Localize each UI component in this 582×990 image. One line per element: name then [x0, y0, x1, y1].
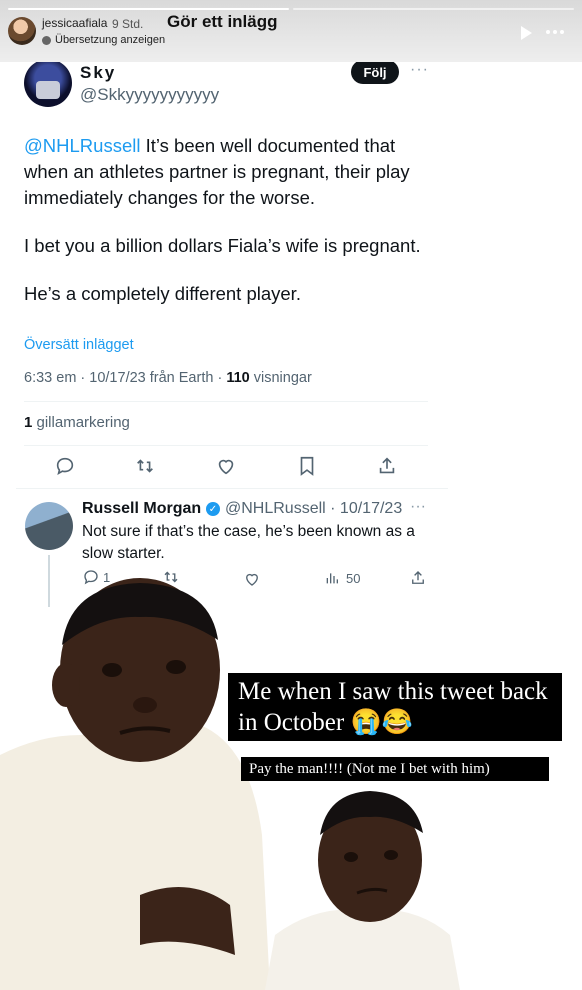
translate-post-link[interactable]: Översätt inlägget	[24, 337, 134, 353]
reply-author-avatar[interactable]	[25, 502, 73, 550]
tweet-timestamp: 6:33 em · 10/17/23 från Earth ·	[24, 370, 227, 386]
reply-author-name[interactable]: Russell Morgan	[82, 500, 201, 518]
tweet-more-icon[interactable]: ···	[410, 61, 429, 79]
tweet-likes[interactable]: 1 gillamarkering	[24, 414, 130, 431]
retweet-icon[interactable]	[134, 455, 156, 477]
meme-sticker-area	[0, 578, 582, 990]
views-icon	[326, 573, 338, 584]
tweet-text-paragraph-3: He’s a completely different player.	[24, 283, 301, 304]
meme-kid-large-image	[0, 578, 270, 990]
follow-button[interactable]: Följ	[351, 60, 399, 84]
tweet-author-handle[interactable]: @Skkyyyyyyyyyyy	[80, 85, 219, 105]
story-progress-segment-2	[293, 8, 574, 10]
story-header: jessicaafiala 9 Std. Übersetzung anzeige…	[0, 0, 582, 62]
divider	[24, 401, 428, 402]
reply-views-count: 50	[346, 570, 361, 586]
reply-text: Not sure if that’s the case, he’s been k…	[82, 523, 415, 562]
share-icon[interactable]	[376, 455, 398, 477]
story-timestamp: 9 Std.	[112, 17, 144, 31]
reply-icon[interactable]	[54, 455, 76, 477]
play-icon[interactable]	[521, 26, 532, 40]
story-translate-label: Übersetzung anzeigen	[55, 34, 166, 46]
tweet-mention-link[interactable]: @NHLRussell	[24, 135, 140, 156]
story-username[interactable]: jessicaafiala	[42, 16, 107, 30]
divider	[24, 445, 428, 446]
meme-caption-sub: Pay the man!!!! (Not me I bet with him)	[241, 757, 549, 781]
like-icon[interactable]	[215, 455, 237, 477]
tweet-text-paragraph-2: I bet you a billion dollars Fiala’s wife…	[24, 235, 421, 256]
meme-caption-main: Me when I saw this tweet back in October…	[228, 673, 562, 741]
story-translate-link[interactable]: Übersetzung anzeigen	[42, 34, 165, 46]
story-caption: Gör ett inlägg	[167, 12, 278, 31]
reply-author-handle[interactable]: @NHLRussell · 10/17/23	[225, 500, 402, 518]
story-progress	[8, 8, 574, 10]
globe-icon	[42, 35, 51, 45]
divider	[16, 488, 448, 489]
story-avatar[interactable]	[8, 17, 36, 45]
tweet-views-label: visningar	[249, 370, 312, 386]
more-options-icon[interactable]	[546, 30, 564, 34]
story-progress-segment-1	[8, 8, 289, 10]
meme-kid-small-image	[265, 791, 460, 990]
reply-more-icon[interactable]: ···	[410, 498, 426, 516]
verified-badge-icon: ✓	[206, 502, 220, 516]
tweet-text: @NHLRussell It’s been well documented th…	[24, 133, 444, 329]
bookmark-icon[interactable]	[296, 455, 318, 477]
likes-label: gillamarkering	[32, 414, 130, 431]
reply-views[interactable]: 50	[324, 570, 360, 586]
reply-share-icon[interactable]	[409, 569, 427, 587]
tweet-author-name[interactable]: Sky	[80, 63, 116, 83]
tweet-author-avatar[interactable]	[24, 59, 72, 107]
tweet-metadata: 6:33 em · 10/17/23 från Earth · 110 visn…	[24, 370, 312, 386]
tweet-views-count: 110	[226, 370, 250, 386]
